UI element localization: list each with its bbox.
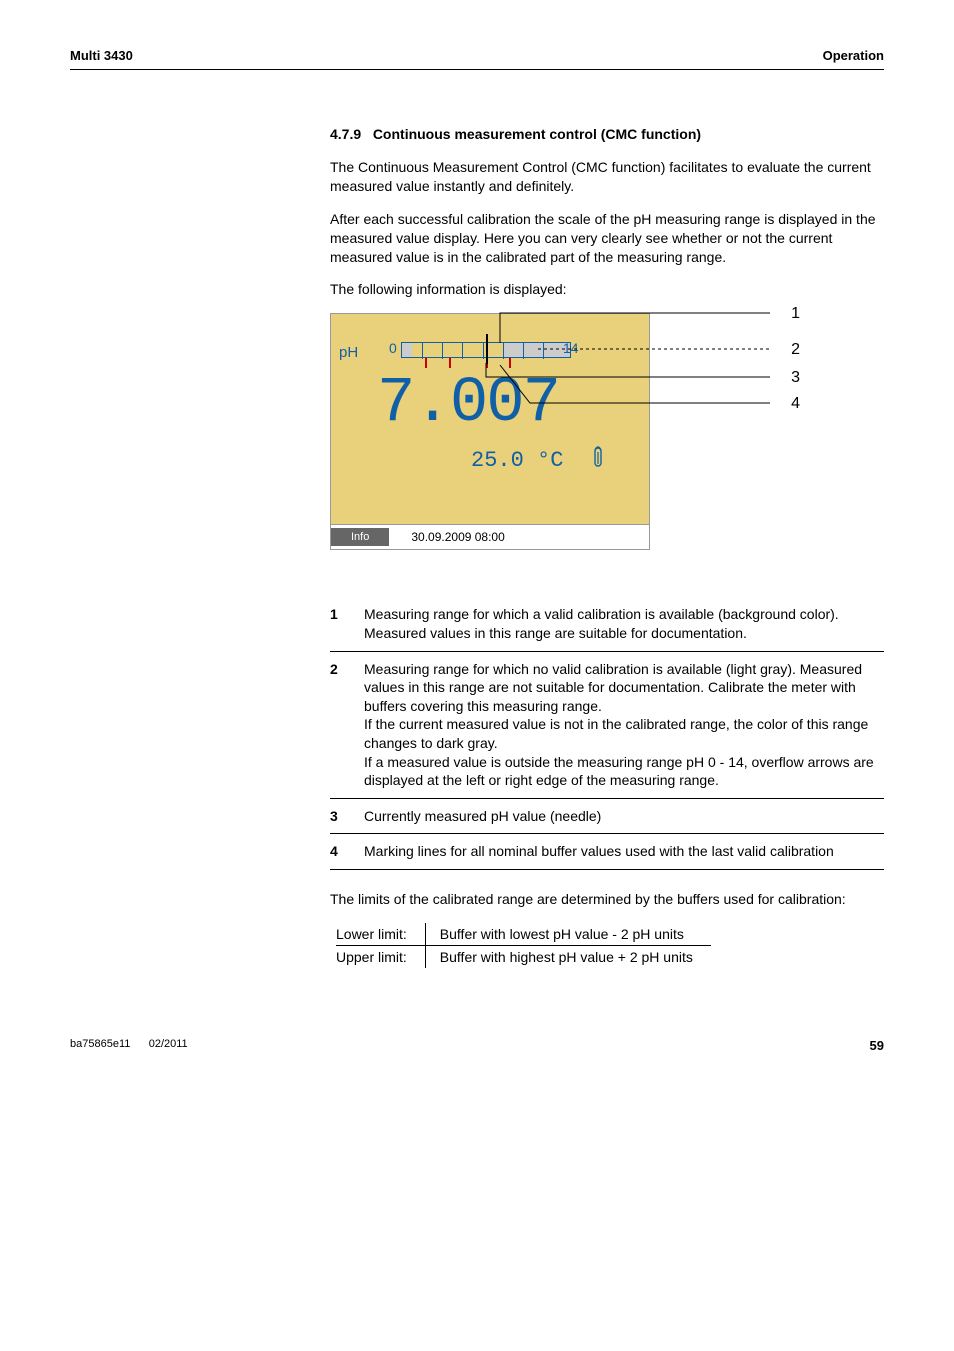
limits-table: Lower limit: Buffer with lowest pH value…	[336, 923, 711, 968]
section-number: 4.7.9	[330, 126, 361, 142]
footer-page-number: 59	[870, 1038, 884, 1053]
device-display-diagram: pH 0 14	[330, 313, 800, 583]
table-row: Lower limit: Buffer with lowest pH value…	[336, 923, 711, 946]
table-row: 3 Currently measured pH value (needle)	[330, 798, 884, 834]
table-row: 2 Measuring range for which no valid cal…	[330, 651, 884, 798]
header-rule	[70, 69, 884, 70]
def-number: 3	[330, 798, 364, 834]
callout-number: 4	[791, 395, 800, 413]
def-text: Currently measured pH value (needle)	[364, 798, 884, 834]
footer-date: 02/2011	[149, 1038, 188, 1050]
def-number: 1	[330, 597, 364, 651]
doc-model: Multi 3430	[70, 48, 133, 63]
paragraph: After each successful calibration the sc…	[330, 210, 884, 267]
paragraph: The limits of the calibrated range are d…	[330, 890, 884, 909]
limit-label: Lower limit:	[336, 923, 425, 946]
limit-label: Upper limit:	[336, 945, 425, 968]
table-row: Upper limit: Buffer with highest pH valu…	[336, 945, 711, 968]
def-text: Marking lines for all nominal buffer val…	[364, 834, 884, 870]
paragraph: The Continuous Measurement Control (CMC …	[330, 158, 884, 196]
section-title: Continuous measurement control (CMC func…	[373, 126, 701, 142]
limit-value: Buffer with lowest pH value - 2 pH units	[425, 923, 711, 946]
doc-section-name: Operation	[823, 48, 884, 63]
callout-number: 2	[791, 341, 800, 359]
def-number: 2	[330, 651, 364, 798]
callout-number: 3	[791, 369, 800, 387]
def-text: Measuring range for which no valid calib…	[364, 651, 884, 798]
section-heading: 4.7.9 Continuous measurement control (CM…	[330, 126, 884, 142]
def-text: Measuring range for which a valid calibr…	[364, 597, 884, 651]
table-row: 4 Marking lines for all nominal buffer v…	[330, 834, 884, 870]
callout-number: 1	[791, 305, 800, 323]
paragraph: The following information is displayed:	[330, 280, 884, 299]
table-row: 1 Measuring range for which a valid cali…	[330, 597, 884, 651]
definitions-table: 1 Measuring range for which a valid cali…	[330, 597, 884, 870]
limit-value: Buffer with highest pH value + 2 pH unit…	[425, 945, 711, 968]
def-number: 4	[330, 834, 364, 870]
footer-doc-id: ba75865e11	[70, 1038, 130, 1050]
